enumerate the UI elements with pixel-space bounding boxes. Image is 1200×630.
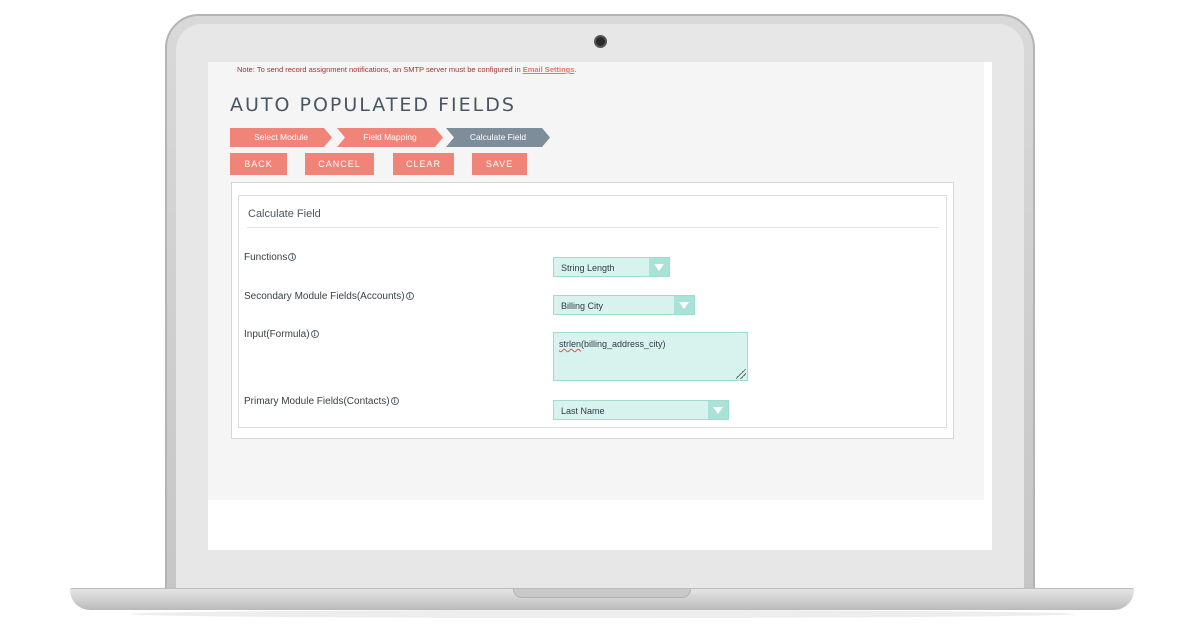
functions-select-value: String Length [561, 263, 615, 273]
back-button[interactable]: BACK [230, 153, 287, 175]
smtp-note-text: Note: To send record assignment notifica… [237, 65, 521, 74]
primary-fields-select-value: Last Name [561, 406, 605, 416]
info-icon[interactable]: i [390, 397, 399, 406]
laptop-shadow [130, 610, 1074, 618]
input-formula-label: Input(Formula) i [244, 329, 319, 340]
secondary-fields-select[interactable]: Billing City [553, 295, 695, 315]
primary-fields-label: Primary Module Fields(Contacts) i [244, 396, 399, 407]
info-icon[interactable]: i [310, 330, 319, 339]
formula-function: strlen [559, 339, 582, 349]
resize-handle-icon[interactable] [736, 369, 746, 379]
screen: Note: To send record assignment notifica… [208, 62, 992, 550]
info-icon[interactable]: i [405, 292, 414, 301]
app-window: Note: To send record assignment notifica… [208, 62, 984, 500]
primary-fields-label-text: Primary Module Fields(Contacts) [244, 396, 390, 407]
smtp-note-suffix: . [574, 65, 577, 74]
cancel-button[interactable]: CANCEL [305, 153, 374, 175]
secondary-fields-label-text: Secondary Module Fields(Accounts) [244, 291, 405, 302]
panel-title: Calculate Field [248, 208, 321, 220]
functions-select[interactable]: String Length [553, 257, 670, 277]
email-settings-link[interactable]: Email Settings [523, 65, 575, 74]
input-formula-label-text: Input(Formula) [244, 329, 310, 340]
formula-args: (billing_address_city) [581, 339, 666, 349]
step-select-module[interactable]: Select Module [230, 128, 332, 147]
clear-button[interactable]: CLEAR [393, 153, 454, 175]
panel-divider [247, 227, 939, 228]
laptop-base-notch [513, 589, 691, 598]
info-icon[interactable]: i [288, 253, 297, 262]
calculate-field-container: Calculate Field Functions i String Length… [231, 182, 954, 439]
calculate-field-panel: Calculate Field Functions i String Length… [238, 195, 947, 428]
primary-fields-select[interactable]: Last Name [553, 400, 729, 420]
save-button[interactable]: SAVE [472, 153, 527, 175]
functions-label-text: Functions [244, 252, 288, 263]
chevron-down-icon[interactable] [674, 296, 694, 314]
step-calculate-field[interactable]: Calculate Field [446, 128, 550, 147]
chevron-down-icon[interactable] [649, 258, 669, 276]
functions-label: Functions i [244, 252, 297, 263]
smtp-note: Note: To send record assignment notifica… [237, 65, 577, 74]
page-title: AUTO POPULATED FIELDS [230, 94, 516, 116]
camera-icon [594, 35, 607, 48]
secondary-fields-select-value: Billing City [561, 301, 604, 311]
chevron-down-icon[interactable] [708, 401, 728, 419]
secondary-fields-label: Secondary Module Fields(Accounts) i [244, 291, 414, 302]
formula-textarea[interactable]: strlen(billing_address_city) [553, 332, 748, 381]
step-field-mapping[interactable]: Field Mapping [337, 128, 443, 147]
